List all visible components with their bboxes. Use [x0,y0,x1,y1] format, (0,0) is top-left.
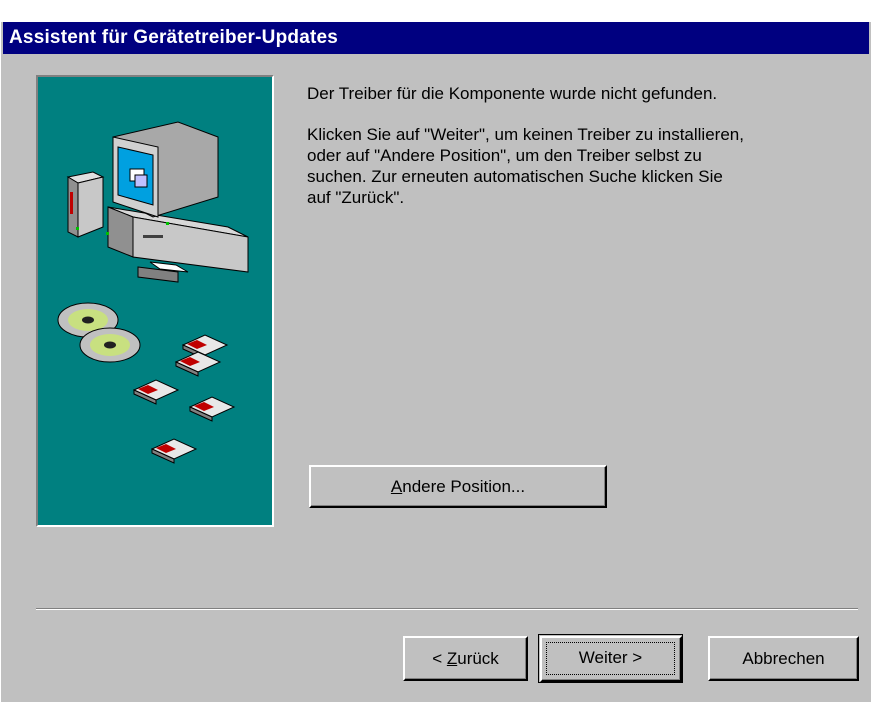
wizard-window: Assistent für Gerätetreiber-Updates Der … [0,0,871,702]
button-separator [36,608,858,610]
not-found-message: Der Treiber für die Komponente wurde nic… [307,84,718,103]
next-label: Weiter > [578,648,643,667]
back-label: < Zurück [432,649,499,668]
back-button[interactable]: < Zurück [403,636,528,681]
next-button[interactable]: Weiter > [538,634,683,683]
title-bar[interactable]: Assistent für Gerätetreiber-Updates [3,22,869,54]
wizard-illustration [36,75,274,527]
instructions-message: Klicken Sie auf "Weiter", um keinen Trei… [307,125,744,207]
other-position-button[interactable]: Andere Position... [309,465,607,508]
cd-icon [57,302,141,363]
top-strip [1,0,871,22]
computer-icon [66,121,249,283]
other-position-label: Andere Position... [390,477,526,496]
window-title: Assistent für Gerätetreiber-Updates [9,27,339,48]
floppy-disk-icon [132,334,236,464]
illustration-graphic [57,121,249,464]
cancel-button[interactable]: Abbrechen [708,636,859,681]
cancel-label: Abbrechen [742,649,825,668]
